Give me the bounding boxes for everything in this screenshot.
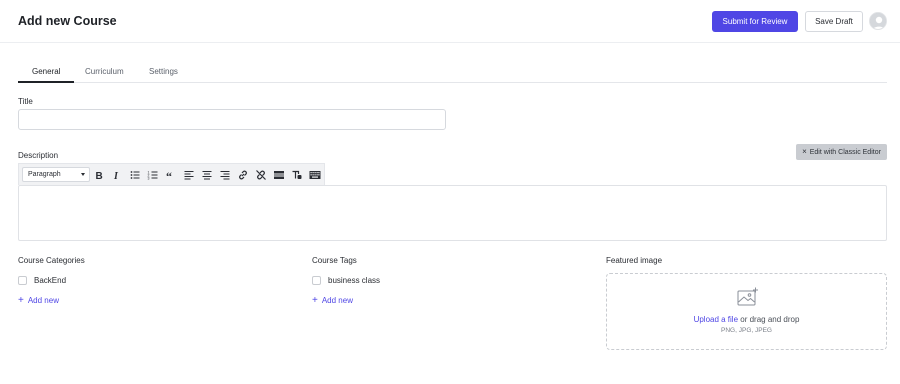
tag-label-business-class: business class xyxy=(328,276,381,285)
course-categories-label: Course Categories xyxy=(18,256,85,265)
tag-checkbox-business-class[interactable] xyxy=(312,276,321,285)
description-editor[interactable] xyxy=(18,185,887,241)
top-bar: Add new Course Submit for Review Save Dr… xyxy=(0,0,900,43)
paragraph-format-select[interactable]: Paragraph xyxy=(22,167,90,182)
submit-for-review-button[interactable]: Submit for Review xyxy=(712,11,798,32)
italic-icon[interactable]: I xyxy=(110,168,124,182)
close-icon: × xyxy=(802,147,807,156)
tab-curriculum[interactable]: Curriculum xyxy=(85,67,124,76)
svg-text:B: B xyxy=(96,171,103,181)
category-checkbox-backend[interactable] xyxy=(18,276,27,285)
plus-icon: + xyxy=(18,294,24,306)
featured-image-dropzone[interactable]: Upload a file or drag and drop PNG, JPG,… xyxy=(606,273,887,350)
clear-format-icon[interactable] xyxy=(290,168,304,182)
add-category-label: Add new xyxy=(27,296,59,305)
svg-text:“: “ xyxy=(166,169,172,181)
page-title: Add new Course xyxy=(18,14,117,28)
editor-toolbar: Paragraph B I 123 “ xyxy=(18,163,325,185)
unlink-icon[interactable] xyxy=(254,168,268,182)
avatar[interactable] xyxy=(869,12,887,30)
add-image-icon xyxy=(737,287,759,309)
bulleted-list-icon[interactable] xyxy=(128,168,142,182)
align-center-icon[interactable] xyxy=(200,168,214,182)
tab-settings[interactable]: Settings xyxy=(149,67,178,76)
svg-text:3: 3 xyxy=(148,177,150,181)
drag-drop-text: or drag and drop xyxy=(738,315,800,324)
align-left-icon[interactable] xyxy=(182,168,196,182)
chevron-down-icon xyxy=(81,173,85,176)
upload-file-link[interactable]: Upload a file xyxy=(694,315,738,324)
svg-text:I: I xyxy=(113,171,119,181)
course-tags-label: Course Tags xyxy=(312,256,357,265)
tab-general[interactable]: General xyxy=(32,67,60,76)
tab-bar: General Curriculum Settings xyxy=(18,64,887,83)
category-label-backend: BackEnd xyxy=(34,276,67,285)
paragraph-format-value: Paragraph xyxy=(28,171,61,178)
active-tab-indicator xyxy=(18,81,74,83)
link-icon[interactable] xyxy=(236,168,250,182)
bold-icon[interactable]: B xyxy=(92,168,106,182)
upload-instructions: Upload a file or drag and drop xyxy=(607,315,886,324)
plus-icon: + xyxy=(312,294,318,306)
file-types-hint: PNG, JPG, JPEG xyxy=(721,327,772,334)
keyboard-icon[interactable] xyxy=(308,168,322,182)
description-label: Description xyxy=(18,151,59,160)
align-right-icon[interactable] xyxy=(218,168,232,182)
save-draft-button[interactable]: Save Draft xyxy=(805,11,863,32)
title-label: Title xyxy=(18,97,33,106)
add-category-link[interactable]: + Add new xyxy=(18,294,59,306)
user-avatar-icon xyxy=(870,13,886,29)
edit-with-classic-editor-button[interactable]: × Edit with Classic Editor xyxy=(796,144,887,160)
featured-image-label: Featured image xyxy=(606,256,663,265)
title-input[interactable] xyxy=(18,109,446,130)
horizontal-rule-icon[interactable] xyxy=(272,168,286,182)
classic-editor-label: Edit with Classic Editor xyxy=(809,148,881,156)
numbered-list-icon[interactable]: 123 xyxy=(146,168,160,182)
quote-icon[interactable]: “ xyxy=(164,168,178,182)
add-tag-link[interactable]: + Add new xyxy=(312,294,353,306)
add-tag-label: Add new xyxy=(321,296,353,305)
